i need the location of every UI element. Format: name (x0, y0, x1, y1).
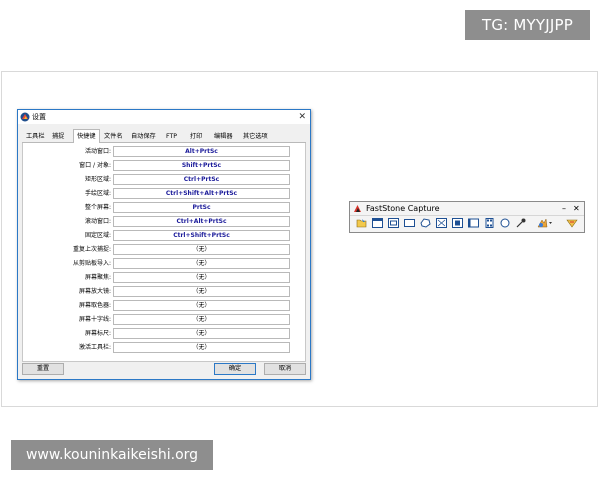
dialog-title: 设置 (32, 113, 46, 121)
hotkey-field[interactable]: Ctrl+Shift+PrtSc (113, 230, 290, 241)
video-recorder-icon[interactable] (483, 217, 495, 229)
tg-watermark: TG: MYYJJPP (465, 10, 590, 40)
capture-fullscreen-icon[interactable] (435, 217, 447, 229)
tab-hotkeys[interactable]: 快捷键 (73, 129, 100, 143)
hotkey-row: 屏幕十字线: （无） (23, 313, 307, 326)
faststone-app-icon (20, 112, 30, 122)
hotkey-label: 矩形区域: (84, 176, 111, 183)
toolbar-title-bar[interactable]: FastStone Capture – ✕ (350, 202, 584, 216)
hotkey-field[interactable]: （无） (113, 244, 290, 255)
tab-autosave[interactable]: 自动保存 (131, 131, 156, 142)
hotkey-field[interactable]: （无） (113, 328, 290, 339)
output-destination-icon[interactable] (537, 217, 553, 229)
color-picker-icon[interactable] (515, 217, 527, 229)
dialog-close-icon[interactable]: ✕ (298, 110, 306, 124)
reset-button[interactable]: 重置 (22, 363, 64, 375)
settings-menu-icon[interactable] (565, 217, 579, 229)
capture-window-icon[interactable] (371, 217, 383, 229)
tab-print[interactable]: 打印 (190, 131, 202, 142)
hotkey-row: 屏幕标尺: （无） (23, 327, 307, 340)
hotkey-field[interactable]: PrtSc (113, 202, 290, 213)
tab-capture[interactable]: 捕捉 (52, 131, 64, 142)
hotkey-label: 活动窗口: (84, 148, 111, 155)
hotkey-field[interactable]: （无） (113, 314, 290, 325)
hotkey-field[interactable]: Shift+PrtSc (113, 160, 290, 171)
hotkey-row: 滚动窗口: Ctrl+Alt+PrtSc (23, 215, 307, 228)
hotkey-row: 激活工具栏: （无） (23, 341, 307, 354)
hotkey-row: 整个屏幕: PrtSc (23, 201, 307, 214)
hotkey-label: 整个屏幕: (84, 204, 111, 211)
hotkey-row: 窗口 / 对象: Shift+PrtSc (23, 159, 307, 172)
hotkey-label: 滚动窗口: (84, 218, 111, 225)
hotkey-label: 屏幕放大镜: (78, 288, 111, 295)
hotkey-label: 屏幕取色器: (78, 302, 111, 309)
hotkey-row: 屏幕放大镜: （无） (23, 285, 307, 298)
tab-other-options[interactable]: 其它选项 (243, 131, 268, 142)
tab-ftp[interactable]: FTP (166, 131, 177, 142)
capture-tools (353, 217, 583, 231)
capture-freehand-icon[interactable] (419, 217, 431, 229)
hotkey-label: 屏幕标尺: (84, 330, 111, 337)
hotkey-field[interactable]: （无） (113, 286, 290, 297)
tab-toolbar[interactable]: 工具栏 (26, 131, 45, 142)
hotkey-label: 激活工具栏: (78, 344, 111, 351)
ok-button[interactable]: 确定 (214, 363, 256, 375)
capture-fixed-region-icon[interactable] (467, 217, 479, 229)
hotkey-label: 手绘区域: (84, 190, 111, 197)
hotkey-label: 屏幕聚焦: (84, 274, 111, 281)
hotkey-row: 屏幕取色器: （无） (23, 299, 307, 312)
close-icon[interactable]: ✕ (573, 202, 580, 215)
hotkey-field[interactable]: （无） (113, 258, 290, 269)
cancel-button[interactable]: 取消 (264, 363, 306, 375)
hotkey-label: 重复上次捕捉: (72, 246, 111, 253)
hotkey-label: 屏幕十字线: (78, 316, 111, 323)
hotkeys-panel: 活动窗口: Alt+PrtSc 窗口 / 对象: Shift+PrtSc 矩形区… (22, 143, 306, 362)
url-watermark: www.kouninkaikeishi.org (11, 440, 213, 470)
hotkey-row: 矩形区域: Ctrl+PrtSc (23, 173, 307, 186)
faststone-capture-toolbar: FastStone Capture – ✕ (349, 201, 585, 233)
faststone-logo-icon (354, 205, 361, 212)
toolbar-title: FastStone Capture (366, 204, 440, 213)
open-file-icon[interactable] (355, 217, 367, 229)
hotkey-label: 窗口 / 对象: (79, 162, 111, 169)
capture-rectangle-icon[interactable] (403, 217, 415, 229)
tab-editor[interactable]: 编辑器 (214, 131, 233, 142)
hotkey-field[interactable]: Alt+PrtSc (113, 146, 290, 157)
hotkey-field[interactable]: Ctrl+Alt+PrtSc (113, 216, 290, 227)
hotkey-row: 手绘区域: Ctrl+Shift+Alt+PrtSc (23, 187, 307, 200)
dialog-title-bar[interactable]: 设置 ✕ (18, 110, 310, 124)
capture-object-icon[interactable] (387, 217, 399, 229)
hotkey-field[interactable]: （无） (113, 300, 290, 311)
hotkey-row: 从剪贴板导入: （无） (23, 257, 307, 270)
hotkey-field[interactable]: （无） (113, 342, 290, 353)
tab-filename[interactable]: 文件名 (104, 131, 123, 142)
settings-dialog: 设置 ✕ 工具栏 捕捉 快捷键 文件名 自动保存 FTP 打印 编辑器 其它选项… (17, 109, 311, 380)
hotkey-field[interactable]: Ctrl+PrtSc (113, 174, 290, 185)
hotkey-row: 固定区域: Ctrl+Shift+PrtSc (23, 229, 307, 242)
tab-strip: 工具栏 捕捉 快捷键 文件名 自动保存 FTP 打印 编辑器 其它选项 (22, 129, 306, 143)
hotkey-label: 固定区域: (84, 232, 111, 239)
hotkey-row: 屏幕聚焦: （无） (23, 271, 307, 284)
hotkey-field[interactable]: （无） (113, 272, 290, 283)
hotkey-label: 从剪贴板导入: (72, 260, 111, 267)
minimize-icon[interactable]: – (562, 202, 566, 215)
magnifier-icon[interactable] (499, 217, 511, 229)
capture-scrolling-icon[interactable] (451, 217, 463, 229)
hotkey-row: 重复上次捕捉: （无） (23, 243, 307, 256)
hotkey-row: 活动窗口: Alt+PrtSc (23, 145, 307, 158)
hotkey-field[interactable]: Ctrl+Shift+Alt+PrtSc (113, 188, 290, 199)
